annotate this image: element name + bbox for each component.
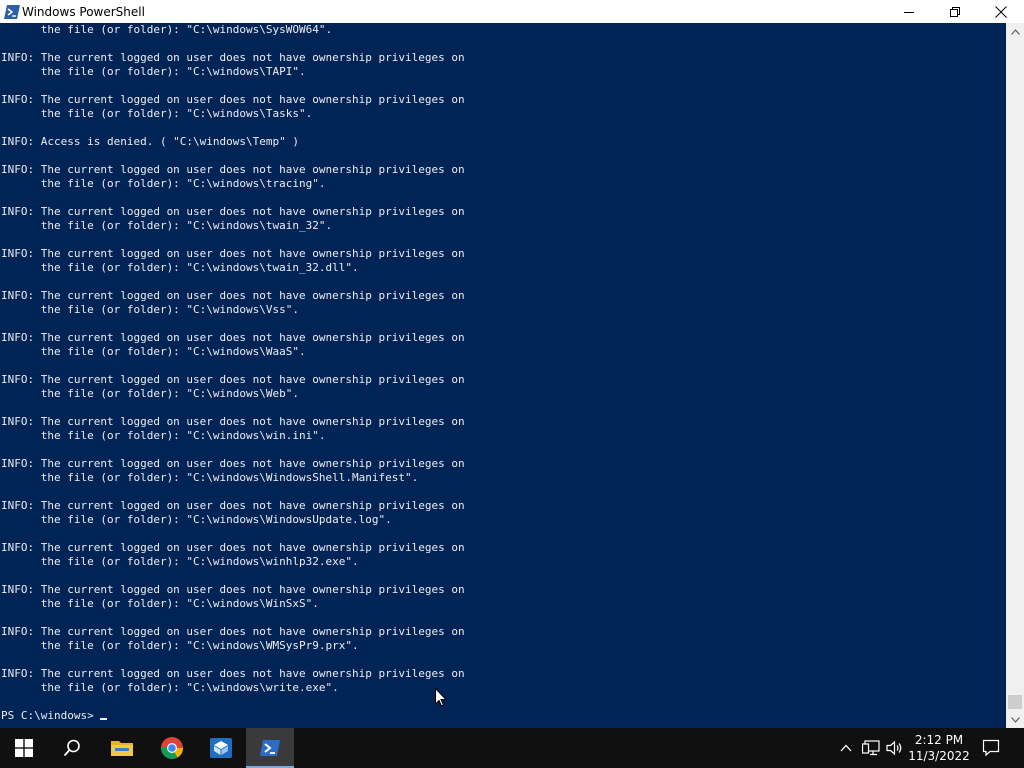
- notification-icon: [982, 739, 1000, 757]
- search-button[interactable]: [48, 728, 96, 768]
- prompt-line[interactable]: PS C:\windows>: [1, 709, 1006, 723]
- powershell-window: Windows PowerShell the file (or folder):…: [0, 0, 1024, 728]
- console-line: INFO: The current logged on user does no…: [1, 289, 465, 302]
- console-lines: the file (or folder): "C:\windows\SysWOW…: [0, 23, 1006, 709]
- minimize-icon: [904, 11, 914, 13]
- powershell-icon: [260, 740, 280, 756]
- console-line: the file (or folder): "C:\windows\twain_…: [1, 261, 359, 274]
- taskbar: 2:12 PM 11/3/2022: [0, 728, 1024, 768]
- console-buffer: the file (or folder): "C:\windows\SysWOW…: [0, 23, 1006, 723]
- console-line: INFO: The current logged on user does no…: [1, 541, 465, 554]
- close-icon: [995, 5, 1007, 18]
- volume-tray-button[interactable]: [884, 728, 904, 768]
- console-line: the file (or folder): "C:\windows\Tasks"…: [1, 107, 313, 120]
- sandbox-app-button[interactable]: [197, 728, 245, 768]
- scroll-thumb[interactable]: [1008, 695, 1022, 709]
- start-button[interactable]: [0, 728, 48, 768]
- console-line: INFO: Access is denied. ( "C:\windows\Te…: [1, 135, 300, 148]
- action-center-button[interactable]: [976, 728, 1006, 768]
- console-line: the file (or folder): "C:\windows\Vss".: [1, 303, 300, 316]
- console-line: the file (or folder): "C:\windows\WMSysP…: [1, 639, 359, 652]
- network-icon: [862, 740, 880, 756]
- console-line: the file (or folder): "C:\windows\WinSxS…: [1, 597, 319, 610]
- windows-logo-icon: [15, 739, 33, 757]
- console-line: the file (or folder): "C:\windows\winhlp…: [1, 555, 359, 568]
- chevron-down-icon: [1010, 716, 1020, 723]
- console-line: the file (or folder): "C:\windows\WaaS".: [1, 345, 306, 358]
- console-line: INFO: The current logged on user does no…: [1, 415, 465, 428]
- clock-time: 2:12 PM: [914, 733, 964, 747]
- file-explorer-button[interactable]: [98, 728, 146, 768]
- close-button[interactable]: [978, 0, 1024, 23]
- powershell-taskbar-button[interactable]: [246, 728, 294, 768]
- prompt-text: PS C:\windows>: [1, 709, 101, 722]
- minimize-button[interactable]: [886, 0, 932, 23]
- console-line: the file (or folder): "C:\windows\Window…: [1, 471, 419, 484]
- console-line: the file (or folder): "C:\windows\write.…: [1, 681, 339, 694]
- console-line: the file (or folder): "C:\windows\SysWOW…: [1, 23, 333, 36]
- console-line: the file (or folder): "C:\windows\twain_…: [1, 219, 333, 232]
- box-icon: [210, 738, 232, 758]
- chevron-up-icon: [840, 744, 852, 752]
- chrome-icon: [161, 737, 183, 759]
- clock[interactable]: 2:12 PM 11/3/2022: [902, 728, 976, 768]
- network-tray-button[interactable]: [860, 728, 882, 768]
- console-line: INFO: The current logged on user does no…: [1, 247, 465, 260]
- folder-icon: [111, 741, 133, 756]
- window-controls: [886, 0, 1024, 23]
- console-line: INFO: The current logged on user does no…: [1, 373, 465, 386]
- console-line: INFO: The current logged on user does no…: [1, 625, 465, 638]
- console-line: INFO: The current logged on user does no…: [1, 51, 465, 64]
- chevron-up-icon: [1010, 28, 1020, 35]
- console-line: INFO: The current logged on user does no…: [1, 163, 465, 176]
- restore-button[interactable]: [932, 0, 978, 23]
- console-line: the file (or folder): "C:\windows\tracin…: [1, 177, 326, 190]
- console-line: the file (or folder): "C:\windows\Web".: [1, 387, 300, 400]
- text-cursor: [100, 718, 108, 720]
- console-line: INFO: The current logged on user does no…: [1, 667, 465, 680]
- vertical-scrollbar[interactable]: [1006, 23, 1024, 728]
- console-line: INFO: The current logged on user does no…: [1, 457, 465, 470]
- console-output[interactable]: the file (or folder): "C:\windows\SysWOW…: [0, 23, 1006, 728]
- show-hidden-icons-button[interactable]: [836, 728, 856, 768]
- window-title: Windows PowerShell: [22, 4, 145, 19]
- console-line: INFO: The current logged on user does no…: [1, 93, 465, 106]
- console-line: INFO: The current logged on user does no…: [1, 331, 465, 344]
- powershell-icon: [4, 4, 20, 20]
- console-line: the file (or folder): "C:\windows\Window…: [1, 513, 392, 526]
- chrome-button[interactable]: [148, 728, 196, 768]
- mouse-pointer-icon: [435, 687, 448, 711]
- scroll-up-button[interactable]: [1006, 23, 1024, 40]
- speaker-icon: [885, 740, 901, 756]
- console-line: INFO: The current logged on user does no…: [1, 499, 465, 512]
- console-line: the file (or folder): "C:\windows\TAPI".: [1, 65, 306, 78]
- clock-date: 11/3/2022: [908, 749, 970, 763]
- scroll-down-button[interactable]: [1006, 711, 1024, 728]
- title-bar[interactable]: Windows PowerShell: [0, 0, 1024, 23]
- restore-icon: [950, 6, 960, 17]
- search-icon: [63, 739, 80, 757]
- console-line: INFO: The current logged on user does no…: [1, 583, 465, 596]
- console-line: the file (or folder): "C:\windows\win.in…: [1, 429, 326, 442]
- console-line: INFO: The current logged on user does no…: [1, 205, 465, 218]
